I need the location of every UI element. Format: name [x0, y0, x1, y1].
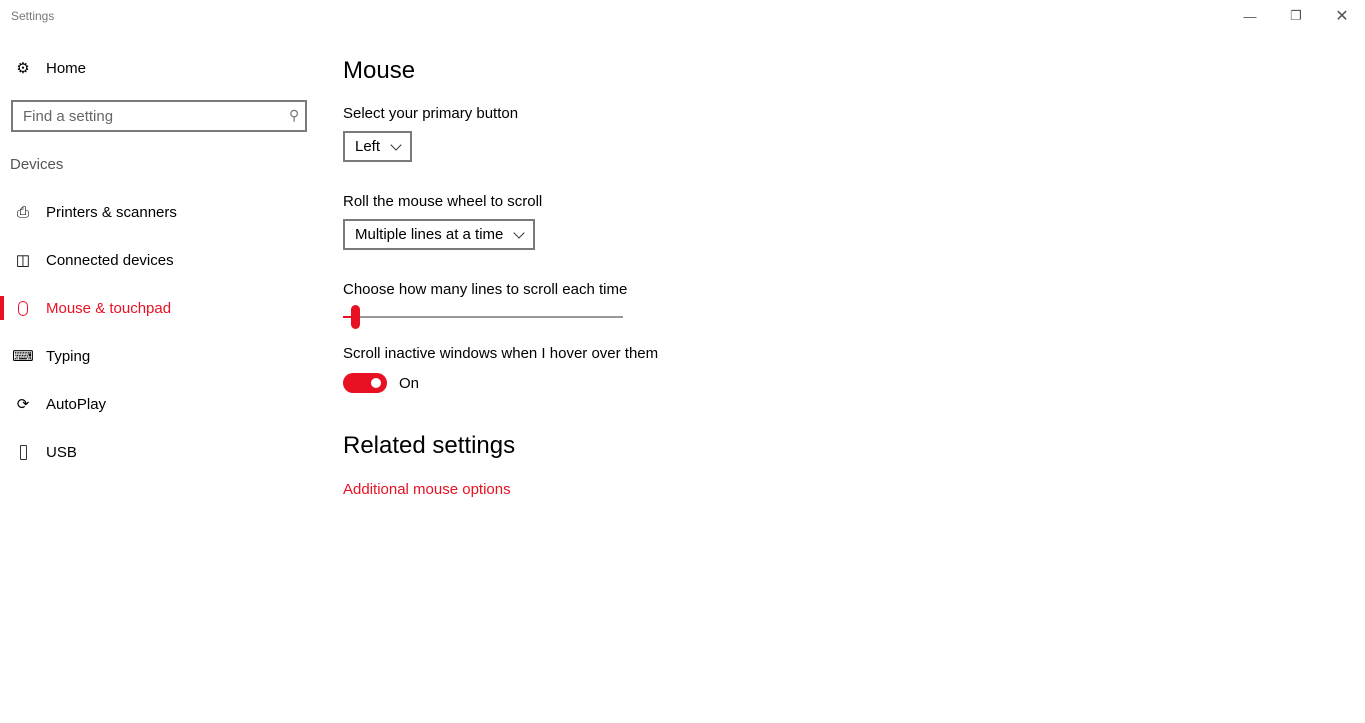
- search-placeholder: Find a setting: [23, 107, 114, 125]
- sidebar-item-printers[interactable]: ⎙ Printers & scanners: [0, 192, 320, 232]
- sidebar-item-label: AutoPlay: [46, 395, 107, 413]
- search-icon[interactable]: ⚲: [289, 107, 299, 124]
- usb-icon: [14, 443, 32, 461]
- minimize-button[interactable]: —: [1227, 0, 1273, 32]
- lines-label: Choose how many lines to scroll each tim…: [343, 281, 628, 298]
- sidebar-item-label: Connected devices: [46, 251, 174, 269]
- slider-thumb[interactable]: [351, 305, 361, 329]
- sidebar-item-label: Typing: [46, 347, 91, 365]
- minimize-icon: —: [1243, 8, 1257, 24]
- primary-button-dropdown[interactable]: Left: [343, 131, 413, 162]
- toggle-state: On: [399, 375, 420, 392]
- additional-mouse-options-link[interactable]: Additional mouse options: [343, 481, 511, 498]
- autoplay-icon: ⟳: [16, 396, 30, 413]
- sidebar-item-label: Printers & scanners: [46, 203, 177, 221]
- wheel-scroll-dropdown[interactable]: Multiple lines at a time: [343, 219, 536, 250]
- sidebar-item-mouse[interactable]: Mouse & touchpad: [0, 288, 320, 328]
- sidebar-item-connected-devices[interactable]: ◫ Connected devices: [0, 240, 320, 280]
- printer-icon: ⎙: [16, 203, 29, 221]
- maximize-button[interactable]: ❐: [1273, 0, 1319, 32]
- sidebar-item-label: Home: [46, 59, 87, 77]
- close-icon: ✕: [1335, 8, 1349, 25]
- keyboard-icon: ⌨: [12, 348, 34, 365]
- inactive-scroll-toggle[interactable]: [343, 373, 387, 393]
- related-settings-heading: Related settings: [343, 432, 516, 459]
- slider-track: [343, 316, 623, 318]
- sidebar-item-home[interactable]: ⚙ Home: [0, 48, 320, 88]
- inactive-scroll-label: Scroll inactive windows when I hover ove…: [343, 345, 659, 362]
- dropdown-value: Multiple lines at a time: [355, 226, 504, 243]
- close-button[interactable]: ✕: [1319, 0, 1365, 32]
- lines-slider[interactable]: [343, 305, 623, 329]
- title-bar: Settings — ❐ ✕: [0, 0, 1365, 32]
- gear-icon: ⚙: [16, 60, 30, 77]
- primary-button-label: Select your primary button: [343, 105, 519, 122]
- sidebar-item-label: USB: [46, 443, 77, 461]
- mouse-icon: [14, 299, 32, 317]
- sidebar-item-autoplay[interactable]: ⟳ AutoPlay: [0, 384, 320, 424]
- toggle-knob: [371, 378, 381, 388]
- restore-icon: ❐: [1290, 8, 1302, 23]
- connected-devices-icon: ◫: [15, 252, 31, 269]
- page-title: Mouse: [343, 57, 416, 84]
- search-input[interactable]: Find a setting ⚲: [11, 100, 307, 132]
- sidebar-item-typing[interactable]: ⌨ Typing: [0, 336, 320, 376]
- sidebar-item-label: Mouse & touchpad: [46, 299, 172, 317]
- wheel-label: Roll the mouse wheel to scroll: [343, 193, 543, 210]
- chevron-down-icon: [513, 226, 526, 239]
- app-title: Settings: [11, 9, 55, 23]
- dropdown-value: Left: [355, 138, 381, 155]
- sidebar-item-usb[interactable]: USB: [0, 432, 320, 472]
- chevron-down-icon: [390, 138, 402, 151]
- group-heading: Devices: [10, 156, 64, 173]
